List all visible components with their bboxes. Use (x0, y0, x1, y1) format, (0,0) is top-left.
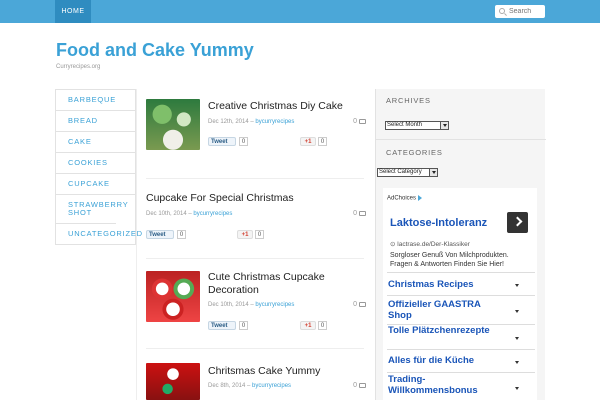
tweet-button[interactable]: Tweet (208, 137, 236, 146)
post-item: Chritsmas Cake Yummy Dec 8th, 2014 – byc… (146, 363, 366, 400)
archives-select-value: Select Month (387, 122, 423, 128)
categories-widget-title: CATEGORIES (386, 148, 443, 157)
ad-link-label: Christmas Recipes (388, 279, 474, 290)
post-author[interactable]: bycurryrecipes (193, 211, 232, 217)
post-author[interactable]: bycurryrecipes (255, 302, 294, 308)
archives-widget-title: ARCHIVES (386, 96, 431, 105)
categories-select[interactable]: Select Category (377, 168, 438, 177)
comment-count[interactable]: 0 (353, 118, 366, 125)
nav-home-link[interactable]: HOME (55, 0, 91, 23)
post-item: Creative Christmas Diy Cake Dec 12th, 20… (146, 99, 366, 159)
comment-bubble-icon (359, 301, 366, 307)
post-meta: Dec 10th, 2014 – bycurryrecipes (146, 211, 233, 217)
post-title[interactable]: Chritsmas Cake Yummy (208, 365, 320, 378)
comment-count[interactable]: 0 (353, 301, 366, 308)
post-title[interactable]: Cute Christmas Cupcake Decoration (208, 271, 366, 297)
gplus-count: 0 (255, 230, 264, 239)
category-strawberry-shot[interactable]: STRAWBERRY SHOT (56, 195, 128, 224)
comment-count[interactable]: 0 (353, 210, 366, 217)
category-navigation: BARBEQUE BREAD CAKE COOKIES CUPCAKE STRA… (55, 89, 142, 245)
post-title[interactable]: Cupcake For Special Christmas (146, 192, 294, 205)
category-bread[interactable]: BREAD (56, 111, 135, 132)
post-date: Dec 8th, 2014 (208, 383, 246, 389)
chevron-down-icon (429, 169, 437, 176)
ad-link-item[interactable]: Offizieller GAASTRA Shop (387, 295, 535, 324)
post-thumbnail[interactable] (146, 99, 200, 150)
ad-next-arrow-icon[interactable] (507, 212, 528, 233)
tweet-count: 0 (177, 230, 186, 239)
comment-bubble-icon (359, 210, 366, 216)
ad-link-label: Tolle Plätzchenrezepte (388, 325, 490, 336)
tweet-count: 0 (239, 321, 248, 330)
chevron-down-icon (515, 310, 519, 313)
post-separator (146, 178, 364, 179)
site-title[interactable]: Food and Cake Yummy (56, 40, 254, 61)
chevron-down-icon (515, 386, 519, 390)
widget-separator (376, 139, 546, 140)
category-barbeque[interactable]: BARBEQUE (56, 90, 135, 111)
post-date: Dec 10th, 2014 (208, 302, 249, 308)
post-title[interactable]: Creative Christmas Diy Cake (208, 100, 343, 113)
tweet-count: 0 (239, 137, 248, 146)
category-cupcake[interactable]: CUPCAKE (56, 174, 135, 195)
gplus-button[interactable]: +1 (237, 230, 253, 239)
ad-link-item[interactable]: Tolle Plätzchenrezepte (387, 324, 535, 349)
post-date: Dec 12th, 2014 (208, 119, 249, 125)
adchoices-icon (418, 195, 423, 201)
chevron-down-icon (440, 122, 448, 129)
adchoices-text: AdChoices (387, 195, 417, 202)
gplus-count: 0 (318, 137, 327, 146)
ad-link-label: Offizieller GAASTRA Shop (388, 299, 481, 321)
chevron-down-icon (515, 337, 519, 340)
comment-bubble-icon (359, 118, 366, 124)
ad-url[interactable]: ⊙ lactrase.de/Der-Klassiker (390, 240, 470, 248)
gplus-count: 0 (318, 321, 327, 330)
post-date: Dec 10th, 2014 (146, 211, 187, 217)
post-thumbnail[interactable] (146, 271, 200, 322)
top-navigation-bar: HOME (0, 0, 600, 23)
chevron-down-icon (515, 284, 519, 287)
category-cake[interactable]: CAKE (56, 132, 135, 153)
gplus-button[interactable]: +1 (300, 321, 316, 330)
site-tagline: Curryrecipes.org (56, 64, 101, 70)
comment-bubble-icon (359, 382, 366, 388)
tweet-button[interactable]: Tweet (208, 321, 236, 330)
post-author[interactable]: bycurryrecipes (255, 119, 294, 125)
gplus-button[interactable]: +1 (300, 137, 316, 146)
post-meta: Dec 10th, 2014 – bycurryrecipes (208, 302, 295, 308)
ad-body: Sorgloser Genuß Von Milchprodukten. Frag… (390, 252, 509, 268)
comment-count-value: 0 (353, 118, 357, 125)
content-divider (136, 89, 137, 400)
post-separator (146, 348, 364, 349)
search-icon (499, 8, 505, 14)
advertisement[interactable]: AdChoices Laktose-Intoleranz ⊙ lactrase.… (383, 188, 537, 400)
post-thumbnail[interactable] (146, 363, 200, 400)
post-meta: Dec 12th, 2014 – bycurryrecipes (208, 119, 295, 125)
comment-count[interactable]: 0 (353, 382, 366, 389)
post-item: Cute Christmas Cupcake Decoration Dec 10… (146, 271, 366, 331)
ad-link-item[interactable]: Christmas Recipes (387, 272, 535, 295)
categories-select-value: Select Category (379, 169, 422, 175)
category-uncategorized[interactable]: UNCATEGORIZED (56, 224, 142, 245)
post-item: Cupcake For Special Christmas Dec 10th, … (146, 192, 366, 242)
category-cookies[interactable]: COOKIES (56, 153, 135, 174)
ad-link-label: Trading-Willkommensbonus (388, 374, 478, 396)
comment-count-value: 0 (353, 382, 357, 389)
ad-headline[interactable]: Laktose-Intoleranz (390, 217, 487, 229)
adchoices-label[interactable]: AdChoices (387, 195, 423, 202)
ad-link-item[interactable]: Alles für die Küche (387, 349, 535, 372)
search-box[interactable] (495, 5, 545, 18)
archives-select[interactable]: Select Month (385, 121, 449, 130)
chevron-down-icon (515, 361, 519, 364)
post-meta: Dec 8th, 2014 – bycurryrecipes (208, 383, 292, 389)
search-input[interactable] (509, 6, 543, 17)
ad-link-label: Alles für die Küche (388, 355, 475, 366)
comment-count-value: 0 (353, 301, 357, 308)
tweet-button[interactable]: Tweet (146, 230, 174, 239)
ad-link-item[interactable]: Trading-Willkommensbonus (387, 372, 535, 400)
ad-url-text: lactrase.de/Der-Klassiker (397, 241, 470, 248)
comment-count-value: 0 (353, 210, 357, 217)
post-separator (146, 258, 364, 259)
post-author[interactable]: bycurryrecipes (252, 383, 291, 389)
